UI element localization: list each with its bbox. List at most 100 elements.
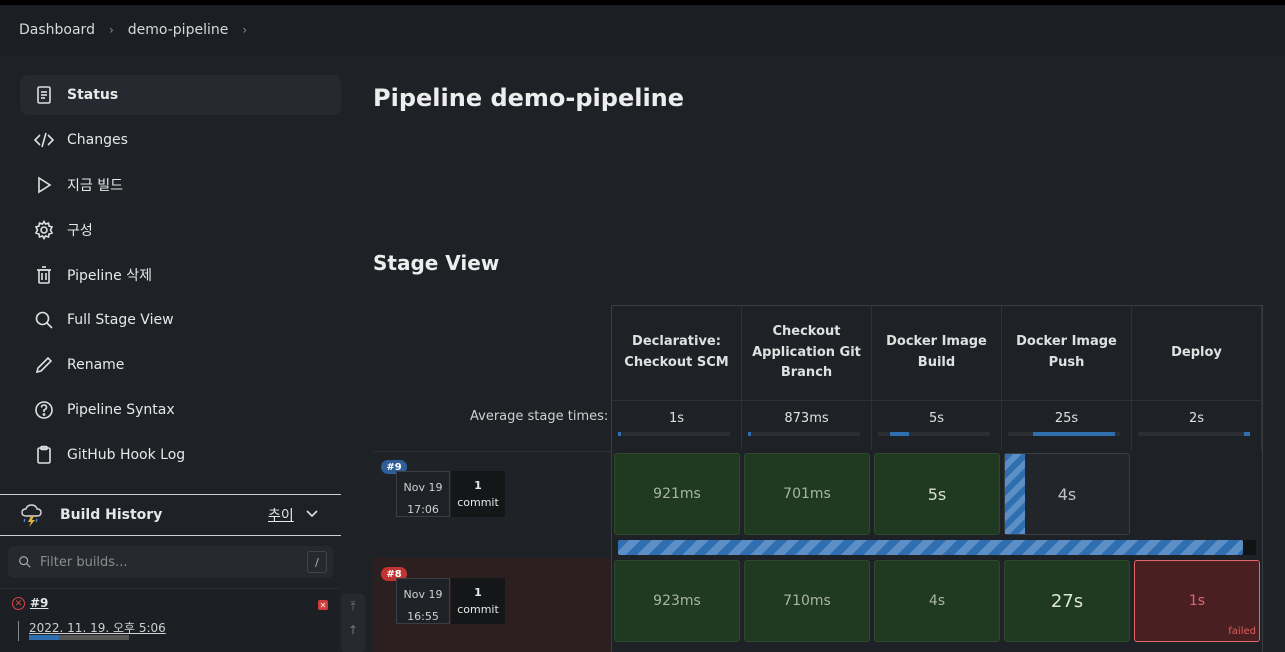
avg-time-cell: 5s (872, 400, 1002, 450)
run-date: Nov 19 16:55 (396, 578, 450, 624)
run-progress-bar (618, 540, 1256, 555)
commit-count: 1 (474, 586, 482, 599)
scroll-controls: ⤒ ↑ (341, 594, 365, 652)
stage-cell[interactable]: 4s (874, 560, 1000, 642)
document-icon (33, 84, 55, 106)
build-history-title: Build History (60, 507, 163, 523)
sidebar-item-rename[interactable]: Rename (20, 345, 341, 385)
avg-time-value: 5s (928, 411, 945, 426)
sidebar-item-status[interactable]: Status (20, 75, 341, 115)
avg-time-bar (1033, 432, 1115, 436)
run-date-day: Nov 19 (403, 588, 443, 601)
filter-placeholder: Filter builds... (40, 554, 128, 570)
sidebar-item-changes[interactable]: Changes (20, 120, 341, 160)
commit-count: 1 (474, 479, 482, 492)
pencil-icon (33, 354, 55, 376)
trash-icon (33, 264, 55, 286)
weather-storm-icon (20, 502, 46, 528)
arrow-up-icon[interactable]: ↑ (341, 618, 365, 642)
commit-label: commit (457, 496, 499, 509)
search-icon (18, 555, 32, 569)
commit-label: commit (457, 603, 499, 616)
breadcrumb-demo-pipeline[interactable]: demo-pipeline (128, 22, 229, 38)
run-commit-count[interactable]: 1 commit (451, 578, 505, 624)
sidebar-item-pipeline-syntax[interactable]: Pipeline Syntax (20, 390, 341, 430)
page-title: Pipeline demo-pipeline (373, 84, 685, 112)
run-date: Nov 19 17:06 (396, 471, 450, 517)
help-icon (33, 399, 55, 421)
stage-header-checkout-branch: Checkout Application Git Branch (742, 306, 872, 400)
close-icon[interactable]: ✕ (318, 600, 328, 610)
failed-status-icon: ✕ (12, 597, 25, 610)
stage-cell-value: 4s (1057, 484, 1077, 504)
stage-header-deploy: Deploy (1132, 306, 1262, 400)
run-date-time: 16:55 (407, 610, 439, 623)
avg-time-value: 1s (668, 411, 685, 426)
run-date-time: 17:06 (407, 503, 439, 516)
avg-time-value: 2s (1188, 411, 1205, 426)
breadcrumb: Dashboard › demo-pipeline › (0, 5, 1285, 55)
code-icon (33, 129, 55, 151)
avg-time-cell: 2s (1132, 400, 1262, 450)
average-stage-times-label: Average stage times: (470, 409, 609, 424)
stage-header-docker-push: Docker Image Push (1002, 306, 1132, 400)
trend-link[interactable]: 추이 (268, 505, 294, 525)
scroll-top-icon[interactable]: ⤒ (341, 594, 365, 618)
avg-time-bar (890, 432, 909, 436)
build-history-entry[interactable]: ✕ #9 ✕ 2022. 11. 19. 오후 5:06 (0, 588, 338, 652)
stage-view-title: Stage View (373, 251, 500, 275)
search-icon (33, 309, 55, 331)
stage-cell[interactable]: 710ms (744, 560, 870, 642)
gear-icon (33, 219, 55, 241)
chevron-down-icon[interactable] (305, 507, 319, 525)
shortcut-key: / (307, 551, 327, 573)
breadcrumb-dashboard[interactable]: Dashboard (19, 22, 95, 38)
stage-cell[interactable]: 923ms (614, 560, 740, 642)
failed-tag: failed (1228, 626, 1256, 637)
run-commit-count[interactable]: 1 commit (451, 471, 505, 517)
filter-builds-input[interactable]: Filter builds... / (8, 546, 333, 578)
avg-time-cell: 1s (612, 400, 742, 450)
divider (18, 621, 19, 641)
stage-cell[interactable]: 921ms (614, 453, 740, 535)
avg-time-cell: 25s (1002, 400, 1132, 450)
sidebar-item-label: Pipeline Syntax (67, 402, 175, 418)
stage-cell[interactable]: 5s (874, 453, 1000, 535)
stage-cell-value: 1s (1188, 593, 1206, 609)
avg-time-value: 25s (1054, 411, 1079, 426)
sidebar-item-configure[interactable]: 구성 (20, 210, 341, 250)
sidebar-item-delete-pipeline[interactable]: Pipeline 삭제 (20, 255, 341, 295)
sidebar-item-label: Rename (67, 357, 125, 373)
build-number-link[interactable]: #9 (30, 596, 48, 610)
avg-time-bar (748, 432, 751, 436)
stage-cell-running[interactable]: 4s (1004, 453, 1130, 535)
sidebar-item-label: Pipeline 삭제 (67, 268, 153, 284)
chevron-right-icon[interactable]: › (242, 23, 247, 37)
run-date-day: Nov 19 (403, 481, 443, 494)
running-indicator (1005, 454, 1025, 534)
sidebar-item-github-hook-log[interactable]: GitHub Hook Log (20, 435, 341, 475)
sidebar-item-label: 구성 (67, 223, 93, 239)
chevron-right-icon: › (108, 23, 114, 37)
avg-time-value: 873ms (784, 411, 829, 426)
sidebar-item-label: GitHub Hook Log (67, 447, 186, 463)
avg-time-cell: 873ms (742, 400, 872, 450)
stage-cell[interactable]: 27s (1004, 560, 1130, 642)
stage-header-docker-build: Docker Image Build (872, 306, 1002, 400)
stage-header-checkout-scm: Declarative: Checkout SCM (612, 306, 742, 400)
build-progress-bar (29, 635, 129, 640)
play-icon (33, 174, 55, 196)
stage-cell[interactable]: 701ms (744, 453, 870, 535)
build-date-link[interactable]: 2022. 11. 19. 오후 5:06 (29, 619, 166, 636)
sidebar-item-full-stage-view[interactable]: Full Stage View (20, 300, 341, 340)
sidebar-item-label: 지금 빌드 (67, 178, 123, 194)
sidebar-item-label: Full Stage View (67, 312, 174, 328)
sidebar-item-label: Status (67, 87, 119, 103)
avg-time-bar (1244, 432, 1250, 436)
sidebar-item-label: Changes (67, 132, 128, 148)
build-history-header: Build History 추이 (0, 494, 341, 536)
avg-time-bar (618, 432, 621, 436)
sidebar-item-build-now[interactable]: 지금 빌드 (20, 165, 341, 205)
stage-cell-failed[interactable]: 1s failed (1134, 560, 1260, 642)
clipboard-icon (33, 444, 55, 466)
